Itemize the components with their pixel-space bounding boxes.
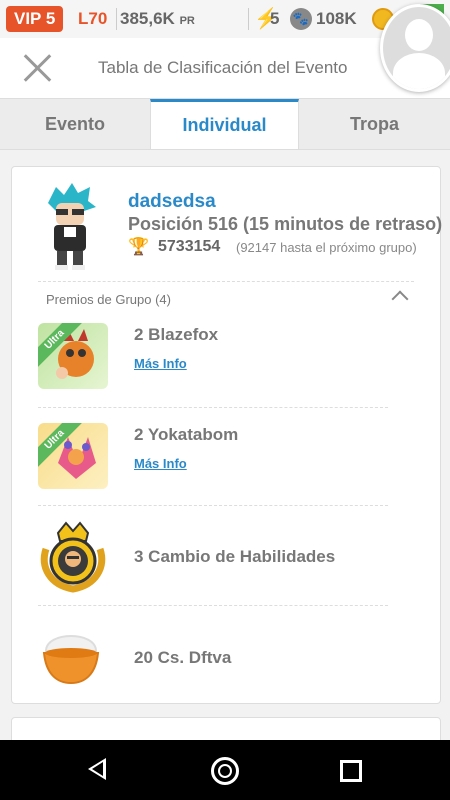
player-name[interactable]: dadsedsa — [128, 191, 216, 213]
profile-avatar[interactable] — [380, 4, 450, 92]
tab-individual[interactable]: Individual — [150, 99, 299, 149]
divider — [38, 281, 414, 282]
reward-name: 3 Cambio de Habilidades — [134, 547, 336, 566]
divider — [38, 605, 388, 606]
page-title: Tabla de Clasificación del Evento — [98, 58, 348, 77]
avatar-body — [393, 53, 445, 89]
egg-icon — [42, 635, 100, 685]
paw-count: 108K — [316, 9, 357, 28]
reward-name: 20 Cs. Dftva — [134, 648, 232, 667]
power-rating: 385,6K PR — [120, 9, 195, 29]
player-position: Posición 516 (15 minutos de retraso) — [128, 214, 443, 234]
reward-thumbnail[interactable]: Ultra — [38, 323, 108, 389]
group-rewards-header: Premios de Grupo (4) — [46, 292, 171, 307]
paw-icon: 🐾 — [290, 8, 312, 30]
leaderboard-card: dadsedsa Posición 516 (15 minutos de ret… — [11, 166, 443, 704]
chevron-up-icon[interactable] — [391, 290, 409, 308]
divider — [116, 8, 117, 30]
skill-change-medal-icon — [40, 521, 106, 593]
player-character-icon — [48, 183, 96, 270]
next-group-delta: (92147 hasta el próximo grupo) — [236, 240, 417, 255]
reward-name: 2 Yokatabom — [134, 425, 239, 444]
tab-bar: Evento Individual Tropa — [0, 99, 450, 150]
system-nav-bar — [0, 740, 450, 800]
reward-name: 2 Blazefox — [134, 325, 219, 344]
power-unit: PR — [179, 15, 195, 27]
home-icon[interactable] — [211, 757, 239, 785]
reward-thumbnail[interactable]: Ultra — [38, 423, 108, 489]
more-info-link[interactable]: Más Info — [134, 456, 187, 471]
power-value: 385,6K — [120, 9, 175, 28]
divider — [248, 8, 249, 30]
level-label: L70 — [78, 9, 108, 28]
player-score: 5733154 — [158, 238, 221, 255]
divider — [38, 505, 388, 506]
avatar-head — [405, 19, 433, 51]
vip-badge[interactable]: VIP 5 — [6, 6, 64, 32]
trophy-icon: 🏆 — [128, 237, 150, 256]
recent-apps-icon[interactable] — [340, 760, 362, 782]
divider — [38, 407, 388, 408]
close-icon[interactable] — [22, 52, 54, 84]
tab-evento[interactable]: Evento — [0, 99, 150, 149]
more-info-link[interactable]: Más Info — [134, 356, 187, 371]
tab-tropa[interactable]: Tropa — [299, 99, 450, 149]
energy-count: 5 — [270, 9, 280, 28]
back-icon[interactable] — [88, 758, 106, 780]
